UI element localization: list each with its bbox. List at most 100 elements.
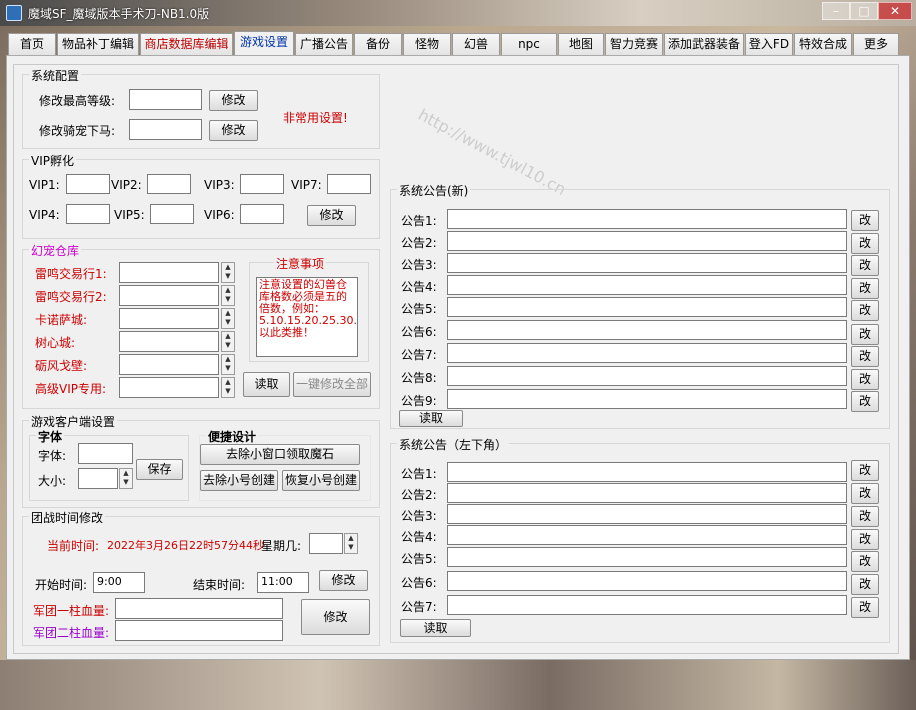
end-time-input[interactable]: 11:00 xyxy=(257,572,309,593)
announce-new-edit-6[interactable]: 改 xyxy=(851,324,879,345)
vip3-input[interactable] xyxy=(240,174,284,194)
max-level-modify-button[interactable]: 修改 xyxy=(209,90,258,111)
window-title: 魔域SF_魔域版本手术刀-NB1.0版 xyxy=(28,7,210,21)
hp2-input[interactable] xyxy=(115,620,283,641)
announce-bottom-input-6[interactable] xyxy=(447,571,847,591)
max-level-input[interactable] xyxy=(129,89,202,110)
announce-new-input-8[interactable] xyxy=(447,366,847,386)
announce-new-edit-1[interactable]: 改 xyxy=(851,210,879,231)
hp-modify-button[interactable]: 修改 xyxy=(301,599,370,635)
announce-bottom-input-2[interactable] xyxy=(447,483,847,503)
warehouse-spin-3[interactable]: ▲ ▼ xyxy=(221,308,235,329)
announce-bottom-input-5[interactable] xyxy=(447,547,847,567)
announce-new-edit-5[interactable]: 改 xyxy=(851,300,879,321)
announce-bottom-input-1[interactable] xyxy=(447,462,847,482)
tab-home[interactable]: 首页 xyxy=(8,33,56,55)
warehouse-spin-2[interactable]: ▲ ▼ xyxy=(221,285,235,306)
tab-effects[interactable]: 特效合成 xyxy=(794,33,852,55)
warehouse-label-1: 雷鸣交易行1: xyxy=(35,267,107,281)
tab-map[interactable]: 地图 xyxy=(558,33,604,55)
mount-input[interactable] xyxy=(129,119,202,140)
remove-stone-button[interactable]: 去除小窗口领取魔石 xyxy=(200,444,360,465)
weekday-spin[interactable]: ▲ ▼ xyxy=(344,533,358,554)
announce-bottom-edit-6[interactable]: 改 xyxy=(851,574,879,595)
vip2-input[interactable] xyxy=(147,174,191,194)
warehouse-input-3[interactable] xyxy=(119,308,219,329)
warehouse-spin-4[interactable]: ▲ ▼ xyxy=(221,331,235,352)
announce-bottom-edit-4[interactable]: 改 xyxy=(851,529,879,550)
announce-bottom-input-7[interactable] xyxy=(447,595,847,615)
start-time-input[interactable]: 9:00 xyxy=(93,572,145,593)
announce-bottom-edit-7[interactable]: 改 xyxy=(851,597,879,618)
tab-broadcast[interactable]: 广播公告 xyxy=(295,33,353,55)
title-bar: 魔域SF_魔域版本手术刀-NB1.0版 – □ ✕ xyxy=(0,0,916,26)
tab-add-weapon[interactable]: 添加武器装备 xyxy=(664,33,744,55)
announce-new-edit-8[interactable]: 改 xyxy=(851,369,879,390)
size-spin[interactable]: ▲ ▼ xyxy=(119,468,133,489)
announce-new-read-button[interactable]: 读取 xyxy=(399,410,463,427)
font-input[interactable] xyxy=(78,443,133,464)
warehouse-read-button[interactable]: 读取 xyxy=(243,372,290,397)
announce-bottom-edit-3[interactable]: 改 xyxy=(851,506,879,527)
tab-npc[interactable]: npc xyxy=(501,33,557,55)
close-button[interactable]: ✕ xyxy=(878,2,912,20)
announce-new-input-1[interactable] xyxy=(447,209,847,229)
font-save-button[interactable]: 保存 xyxy=(136,459,183,480)
weekday-input[interactable] xyxy=(309,533,343,554)
tab-more[interactable]: 更多 xyxy=(853,33,899,55)
vip-modify-button[interactable]: 修改 xyxy=(307,205,356,226)
legion-time-modify-button[interactable]: 修改 xyxy=(319,570,368,591)
size-input[interactable] xyxy=(78,468,118,489)
announce-new-input-4[interactable] xyxy=(447,275,847,295)
hp1-input[interactable] xyxy=(115,598,283,619)
maximize-button[interactable]: □ xyxy=(850,2,878,20)
announce-new-edit-3[interactable]: 改 xyxy=(851,255,879,276)
announce-new-edit-7[interactable]: 改 xyxy=(851,346,879,367)
announce-bottom-edit-5[interactable]: 改 xyxy=(851,551,879,572)
vip7-input[interactable] xyxy=(327,174,371,194)
announce-new-input-7[interactable] xyxy=(447,343,847,363)
vip5-input[interactable] xyxy=(150,204,194,224)
remove-create-button[interactable]: 去除小号创建 xyxy=(200,470,278,491)
announce-new-edit-4[interactable]: 改 xyxy=(851,278,879,299)
tab-monster[interactable]: 怪物 xyxy=(403,33,451,55)
restore-create-button[interactable]: 恢复小号创建 xyxy=(282,470,360,491)
minimize-button[interactable]: – xyxy=(822,2,850,20)
pet-warehouse-group: 幻宠仓库 雷鸣交易行1: ▲ ▼ 雷鸣交易行2: ▲ ▼ 卡诺萨城: ▲ ▼ 树心城:… xyxy=(22,242,380,409)
warehouse-modify-all-button[interactable]: 一键修改全部 xyxy=(293,372,371,397)
mount-modify-button[interactable]: 修改 xyxy=(209,120,258,141)
warehouse-input-1[interactable] xyxy=(119,262,219,283)
warehouse-spin-5[interactable]: ▲ ▼ xyxy=(221,354,235,375)
tab-quiz[interactable]: 智力竞赛 xyxy=(605,33,663,55)
warehouse-input-5[interactable] xyxy=(119,354,219,375)
tab-shop-db[interactable]: 商店数据库编辑 xyxy=(140,33,233,55)
announce-new-input-3[interactable] xyxy=(447,253,847,273)
announce-new-input-9[interactable] xyxy=(447,389,847,409)
announce-new-input-2[interactable] xyxy=(447,231,847,251)
tab-game-settings[interactable]: 游戏设置 xyxy=(234,31,294,55)
warehouse-input-2[interactable] xyxy=(119,285,219,306)
font-group: 字体 字体: 大小: ▲ ▼ 保存 xyxy=(29,428,189,501)
announce-new-input-5[interactable] xyxy=(447,297,847,317)
tab-pet[interactable]: 幻兽 xyxy=(452,33,500,55)
hp1-label: 军团一柱血量: xyxy=(33,604,110,618)
vip4-input[interactable] xyxy=(66,204,110,224)
announce-new-input-6[interactable] xyxy=(447,320,847,340)
announce-bottom-input-3[interactable] xyxy=(447,504,847,524)
announce-bottom-input-4[interactable] xyxy=(447,525,847,545)
announce-new-edit-9[interactable]: 改 xyxy=(851,391,879,412)
mount-label: 修改骑宠下马: xyxy=(39,124,116,138)
tab-backup[interactable]: 备份 xyxy=(354,33,402,55)
announce-bottom-edit-2[interactable]: 改 xyxy=(851,483,879,504)
announce-bottom-read-button[interactable]: 读取 xyxy=(400,619,471,637)
announce-new-edit-2[interactable]: 改 xyxy=(851,233,879,254)
warehouse-input-6[interactable] xyxy=(119,377,219,398)
announce-bottom-edit-1[interactable]: 改 xyxy=(851,460,879,481)
warehouse-spin-6[interactable]: ▲ ▼ xyxy=(221,377,235,398)
tab-login-fd[interactable]: 登入FD xyxy=(745,33,793,55)
tab-item-patch[interactable]: 物品补丁编辑 xyxy=(57,33,139,55)
vip6-input[interactable] xyxy=(240,204,284,224)
vip1-input[interactable] xyxy=(66,174,110,194)
warehouse-spin-1[interactable]: ▲ ▼ xyxy=(221,262,235,283)
warehouse-input-4[interactable] xyxy=(119,331,219,352)
